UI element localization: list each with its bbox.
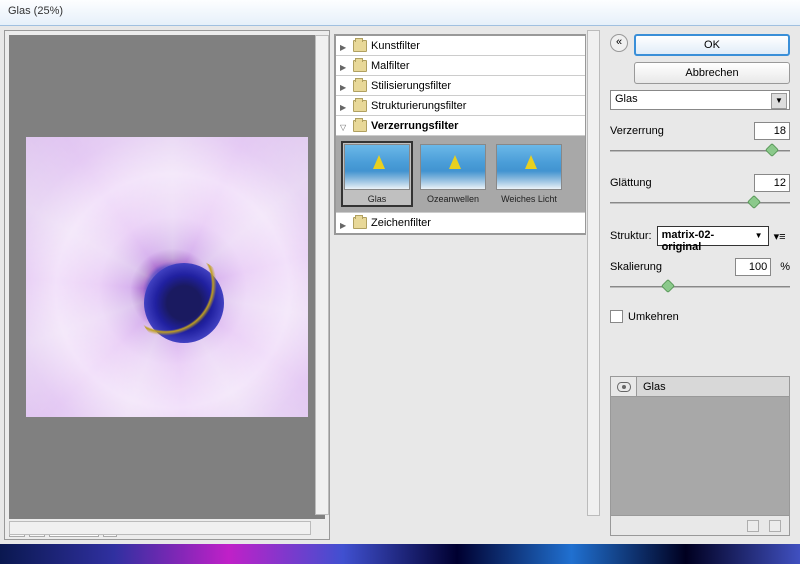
category-label: Strukturierungsfilter bbox=[371, 100, 466, 112]
category-label: Kunstfilter bbox=[371, 40, 420, 52]
folder-icon bbox=[353, 40, 367, 52]
preview-h-scrollbar[interactable] bbox=[9, 521, 311, 535]
cancel-button[interactable]: Abbrechen bbox=[634, 62, 790, 84]
folder-icon bbox=[353, 217, 367, 229]
thumb-label: Ozeanwellen bbox=[418, 192, 488, 206]
skalierung-slider[interactable] bbox=[610, 280, 790, 294]
glaettung-label: Glättung bbox=[610, 177, 748, 189]
title-bar: Glas (25%) bbox=[0, 0, 800, 26]
glaettung-slider[interactable] bbox=[610, 196, 790, 210]
category-zeichenfilter[interactable]: Zeichenfilter bbox=[336, 213, 585, 233]
category-malfilter[interactable]: Malfilter bbox=[336, 56, 585, 76]
thumb-preview bbox=[344, 144, 410, 190]
filter-type-dropdown[interactable]: Glas bbox=[610, 90, 790, 110]
folder-icon bbox=[353, 120, 367, 132]
struktur-dropdown[interactable]: matrix-02-original bbox=[657, 226, 769, 246]
filter-type-value: Glas bbox=[615, 93, 638, 105]
collapse-panel-button[interactable]: « bbox=[610, 34, 628, 52]
filter-v-scrollbar[interactable] bbox=[587, 30, 600, 516]
thumb-preview bbox=[496, 144, 562, 190]
category-strukturierungsfilter[interactable]: Strukturierungsfilter bbox=[336, 96, 585, 116]
thumb-glas[interactable]: Glas bbox=[342, 142, 412, 206]
thumb-label: Weiches Licht bbox=[494, 192, 564, 206]
preview-panel: − + 25% bbox=[4, 30, 330, 540]
folder-icon bbox=[353, 60, 367, 72]
umkehren-label: Umkehren bbox=[628, 311, 679, 323]
thumb-weiches-licht[interactable]: Weiches Licht bbox=[494, 142, 564, 206]
skalierung-label: Skalierung bbox=[610, 261, 729, 273]
filter-panel-empty bbox=[335, 234, 586, 235]
window-title: Glas (25%) bbox=[8, 5, 63, 17]
skalierung-unit: % bbox=[780, 261, 790, 273]
thumb-label: Glas bbox=[342, 192, 412, 206]
controls-panel: « OK Abbrechen Glas Verzerrung Glättung bbox=[600, 26, 800, 544]
expand-icon bbox=[340, 81, 349, 90]
expand-icon bbox=[340, 101, 349, 110]
filter-category-list: Kunstfilter Malfilter Stilisierungsfilte… bbox=[335, 35, 586, 234]
verzerrung-slider[interactable] bbox=[610, 144, 790, 158]
effect-layer-row[interactable]: Glas bbox=[611, 377, 789, 397]
category-stilisierungsfilter[interactable]: Stilisierungsfilter bbox=[336, 76, 585, 96]
expand-icon bbox=[340, 61, 349, 70]
thumb-ozeanwellen[interactable]: Ozeanwellen bbox=[418, 142, 488, 206]
taskbar-strip bbox=[0, 544, 800, 564]
expand-icon bbox=[340, 41, 349, 50]
layer-name: Glas bbox=[637, 381, 672, 393]
category-label: Stilisierungsfilter bbox=[371, 80, 451, 92]
preview-viewport[interactable] bbox=[9, 35, 325, 519]
struktur-value: matrix-02-original bbox=[662, 229, 715, 253]
preview-image bbox=[26, 137, 308, 417]
verzerrung-label: Verzerrung bbox=[610, 125, 748, 137]
expand-icon bbox=[340, 219, 349, 228]
layers-empty-area bbox=[611, 397, 789, 515]
folder-icon bbox=[353, 100, 367, 112]
eye-icon bbox=[617, 382, 631, 392]
effect-layers-panel: Glas bbox=[610, 376, 790, 536]
collapse-icon bbox=[340, 121, 349, 130]
category-label: Verzerrungsfilter bbox=[371, 120, 458, 132]
umkehren-checkbox[interactable] bbox=[610, 310, 623, 323]
main-area: − + 25% Kunstfilter Malfilter Sti bbox=[0, 26, 800, 544]
new-layer-icon[interactable] bbox=[747, 520, 759, 532]
category-label: Zeichenfilter bbox=[371, 217, 431, 229]
verzerrung-input[interactable] bbox=[754, 122, 790, 140]
filter-categories-panel: Kunstfilter Malfilter Stilisierungsfilte… bbox=[334, 34, 586, 235]
category-kunstfilter[interactable]: Kunstfilter bbox=[336, 36, 585, 56]
visibility-toggle[interactable] bbox=[611, 377, 637, 396]
category-label: Malfilter bbox=[371, 60, 410, 72]
struktur-label: Struktur: bbox=[610, 230, 652, 242]
struktur-menu-icon[interactable]: ▾≡ bbox=[774, 230, 788, 243]
glaettung-input[interactable] bbox=[754, 174, 790, 192]
skalierung-input[interactable] bbox=[735, 258, 771, 276]
delete-layer-icon[interactable] bbox=[769, 520, 781, 532]
ok-button[interactable]: OK bbox=[634, 34, 790, 56]
thumb-preview bbox=[420, 144, 486, 190]
preview-v-scrollbar[interactable] bbox=[315, 35, 329, 515]
folder-icon bbox=[353, 80, 367, 92]
category-verzerrungsfilter[interactable]: Verzerrungsfilter bbox=[336, 116, 585, 136]
filter-thumbnails: Glas Ozeanwellen Weiches Licht bbox=[336, 136, 585, 213]
layers-footer bbox=[611, 515, 789, 535]
